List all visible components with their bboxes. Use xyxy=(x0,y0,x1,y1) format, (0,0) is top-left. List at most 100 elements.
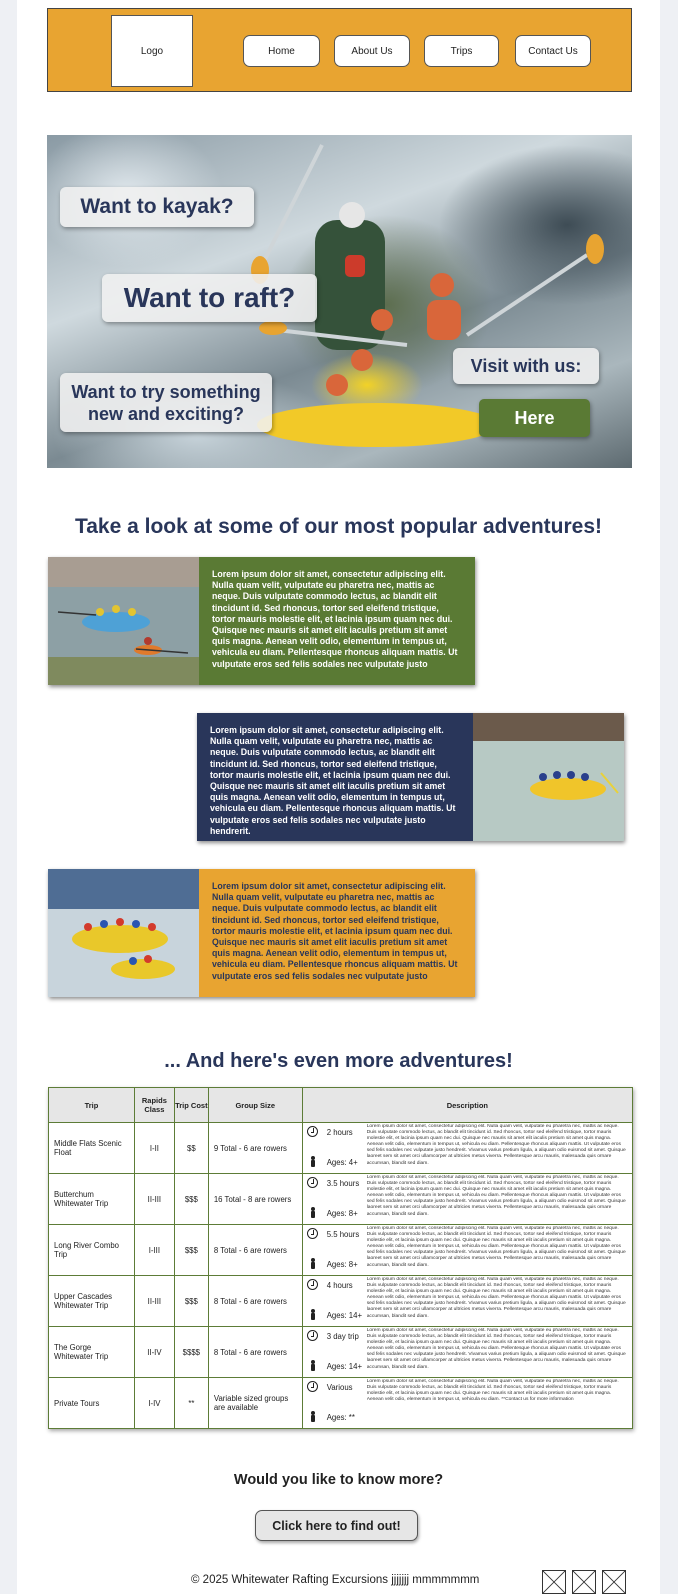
adventures-table: Trip Rapids Class Trip Cost Group Size D… xyxy=(48,1087,634,1429)
nav-trips-button[interactable]: Trips xyxy=(424,35,499,67)
rapids-class: I-III xyxy=(133,1224,175,1276)
person-icon xyxy=(310,1309,315,1320)
person-icon xyxy=(310,1360,315,1371)
trip-duration: 2 hours xyxy=(326,1128,353,1137)
trip-name: Butterchum Whitewater Trip xyxy=(48,1173,135,1225)
find-out-button[interactable]: Click here to find out! xyxy=(255,1510,418,1541)
rapids-class: I-II xyxy=(133,1122,175,1174)
clock-icon xyxy=(306,1330,318,1341)
header-cost: Trip Cost xyxy=(173,1087,209,1123)
trip-name: Private Tours xyxy=(48,1377,135,1429)
trip-description: Lorem ipsum dolor sit amet, consectetur … xyxy=(366,1124,626,1166)
description-cell: 3.5 hours Ages: 8+ Lorem ipsum dolor sit a… xyxy=(301,1173,634,1225)
description-cell: 3 day trip Ages: 14+ Lorem ipsum dolor sit… xyxy=(301,1326,634,1378)
adventure-photo xyxy=(48,869,199,997)
group-size: 8 Total - 6 are rowers xyxy=(207,1275,303,1327)
clock-icon xyxy=(306,1126,318,1137)
trip-name: Middle Flats Scenic Float xyxy=(48,1122,135,1174)
group-size: 8 Total - 6 are rowers xyxy=(207,1326,303,1378)
table-row[interactable]: The Gorge Whitewater Trip II-IV $$$$ 8 Tota… xyxy=(48,1326,634,1378)
adventure-card[interactable]: Lorem ipsum dolor sit amet, consectetur … xyxy=(197,713,624,841)
rapids-class: II-III xyxy=(133,1275,175,1327)
rapids-class: II-IV xyxy=(133,1326,175,1378)
trip-cost: $$$ xyxy=(173,1275,209,1327)
description-cell: Various Ages: ** Lorem ipsum dolor sit ame… xyxy=(301,1377,634,1429)
adventure-photo xyxy=(48,557,199,685)
trip-ages: Ages: 4+ xyxy=(326,1158,358,1167)
clock-icon xyxy=(306,1228,318,1239)
page: Logo Home About Us Trips Contact Us Want… xyxy=(17,0,660,1594)
know-more-heading: Would you like to know more? xyxy=(233,1472,444,1488)
footer-copyright: © 2025 Whitewater Rafting Excursions jjj… xyxy=(191,1574,480,1586)
trip-duration: 5.5 hours xyxy=(326,1230,360,1239)
rapids-class: I-IV xyxy=(133,1377,175,1429)
adventure-card[interactable]: Lorem ipsum dolor sit amet, consectetur … xyxy=(48,869,475,997)
person-icon xyxy=(310,1258,315,1269)
trip-cost: $$$$ xyxy=(173,1326,209,1378)
table-row[interactable]: Long River Combo Trip I-III $$$ 8 Total - 6… xyxy=(48,1224,634,1276)
adventure-photo xyxy=(473,713,624,841)
trip-duration: 3.5 hours xyxy=(326,1179,360,1188)
group-size: Variable sized groups are available xyxy=(207,1377,303,1429)
nav-about-button[interactable]: About Us xyxy=(334,35,410,67)
trip-duration: 4 hours xyxy=(326,1281,353,1290)
description-cell: 4 hours Ages: 14+ Lorem ipsum dolor sit am… xyxy=(301,1275,634,1327)
rapids-class: II-III xyxy=(133,1173,175,1225)
group-size: 8 Total - 6 are rowers xyxy=(207,1224,303,1276)
trip-duration: 3 day trip xyxy=(326,1332,359,1341)
trip-cost: ** xyxy=(173,1377,209,1429)
trip-name: Upper Cascades Whitewater Trip xyxy=(48,1275,135,1327)
header-description: Description xyxy=(301,1087,634,1123)
clock-icon xyxy=(306,1381,318,1392)
adventure-description: Lorem ipsum dolor sit amet, consectetur … xyxy=(197,713,473,841)
description-cell: 2 hours Ages: 4+ Lorem ipsum dolor sit ame… xyxy=(301,1122,634,1174)
table-row[interactable]: Butterchum Whitewater Trip II-III $$$ 16 To… xyxy=(48,1173,634,1225)
adventure-description: Lorem ipsum dolor sit amet, consectetur … xyxy=(199,557,475,685)
person-icon xyxy=(310,1411,315,1422)
table-header-row: Trip Rapids Class Trip Cost Group Size D… xyxy=(48,1087,634,1123)
hero-new-text: Want to try something new and exciting? xyxy=(60,373,272,432)
adventure-description: Lorem ipsum dolor sit amet, consectetur … xyxy=(199,869,475,997)
group-size: 16 Total - 8 are rowers xyxy=(207,1173,303,1225)
trip-ages: Ages: 8+ xyxy=(326,1260,358,1269)
trip-description: Lorem ipsum dolor sit amet, consectetur … xyxy=(366,1175,626,1217)
group-size: 9 Total - 6 are rowers xyxy=(207,1122,303,1174)
more-title: ... And here's even more adventures! xyxy=(164,1050,513,1072)
table-row[interactable]: Private Tours I-IV ** Variable sized groups… xyxy=(48,1377,634,1429)
trip-cost: $$$ xyxy=(173,1173,209,1225)
trip-description: Lorem ipsum dolor sit amet, consectetur … xyxy=(366,1277,626,1319)
trip-duration: Various xyxy=(326,1383,353,1392)
header-trip: Trip xyxy=(48,1087,135,1123)
trip-description: Lorem ipsum dolor sit amet, consectetur … xyxy=(366,1379,619,1403)
hero-banner: Want to kayak? Want to raft? Want to try… xyxy=(47,135,632,468)
trip-cost: $$ xyxy=(173,1122,209,1174)
trip-ages: Ages: 8+ xyxy=(326,1209,358,1218)
nav-contact-button[interactable]: Contact Us xyxy=(515,35,591,67)
social-icon-placeholder[interactable] xyxy=(542,1570,566,1594)
social-icon-placeholder[interactable] xyxy=(572,1570,596,1594)
hero-raft-text: Want to raft? xyxy=(102,274,317,322)
hero-here-button[interactable]: Here xyxy=(479,399,590,437)
hero-kayak-text: Want to kayak? xyxy=(60,187,254,227)
popular-title: Take a look at some of our most popular … xyxy=(74,515,603,538)
table-row[interactable]: Upper Cascades Whitewater Trip II-III $$$ 8… xyxy=(48,1275,634,1327)
trip-cost: $$$ xyxy=(173,1224,209,1276)
table-row[interactable]: Middle Flats Scenic Float I-II $$ 9 Total -… xyxy=(48,1122,634,1174)
hero-visit-text: Visit with us: xyxy=(453,348,599,384)
person-icon xyxy=(310,1207,315,1218)
trip-ages: Ages: ** xyxy=(326,1413,355,1422)
trip-name: The Gorge Whitewater Trip xyxy=(48,1326,135,1378)
clock-icon xyxy=(306,1177,318,1188)
trip-name: Long River Combo Trip xyxy=(48,1224,135,1276)
header-rapids: Rapids Class xyxy=(133,1087,175,1123)
clock-icon xyxy=(306,1279,318,1290)
adventure-card[interactable]: Lorem ipsum dolor sit amet, consectetur … xyxy=(48,557,475,685)
person-icon xyxy=(310,1156,315,1167)
trip-description: Lorem ipsum dolor sit amet, consectetur … xyxy=(366,1226,626,1268)
description-cell: 5.5 hours Ages: 8+ Lorem ipsum dolor sit a… xyxy=(301,1224,634,1276)
trip-ages: Ages: 14+ xyxy=(326,1362,363,1371)
nav-home-button[interactable]: Home xyxy=(243,35,320,67)
logo[interactable]: Logo xyxy=(111,15,193,87)
social-icon-placeholder[interactable] xyxy=(602,1570,626,1594)
trip-ages: Ages: 14+ xyxy=(326,1311,363,1320)
